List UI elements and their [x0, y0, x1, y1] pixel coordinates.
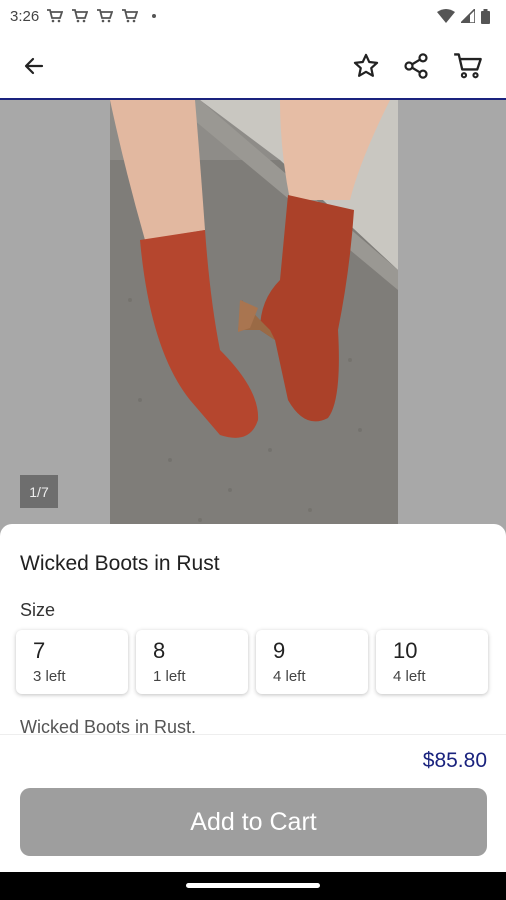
system-navigation-bar	[0, 872, 506, 900]
cart-icon	[454, 53, 482, 79]
favorite-button[interactable]	[346, 46, 386, 86]
size-value: 8	[153, 638, 166, 663]
product-details-sheet[interactable]: Wicked Boots in Rust Size 7 3 left 8 1 l…	[0, 524, 506, 736]
back-arrow-icon	[24, 57, 44, 75]
stock-count: 4 left	[273, 668, 306, 685]
notification-icons	[47, 9, 139, 23]
status-bar: 3:26	[0, 0, 506, 32]
size-label: Size	[20, 600, 56, 620]
home-gesture-handle[interactable]	[186, 883, 320, 888]
system-icons	[437, 8, 490, 24]
cart-button[interactable]	[448, 46, 488, 86]
stock-count: 1 left	[153, 668, 186, 685]
size-value: 7	[33, 638, 46, 663]
star-icon	[353, 53, 379, 77]
battery-icon	[481, 8, 490, 24]
stock-count: 4 left	[393, 668, 426, 685]
image-counter: 1/7	[20, 475, 58, 508]
product-photo[interactable]	[110, 100, 398, 540]
app-bar	[0, 32, 506, 100]
cart-icon	[47, 9, 64, 23]
product-image-gallery[interactable]: 1/7	[0, 100, 506, 540]
size-value: 10	[393, 638, 418, 663]
more-notifications-dot-icon	[152, 14, 157, 18]
checkout-bar: $85.80 Add to Cart	[0, 734, 506, 872]
stock-count: 3 left	[33, 668, 66, 685]
cart-icon	[97, 9, 114, 23]
size-selector[interactable]: 7 3 left 8 1 left 9 4 left 10 4 left	[16, 630, 488, 694]
size-option[interactable]: 9 4 left	[256, 630, 368, 694]
share-button[interactable]	[396, 46, 436, 86]
signal-icon	[461, 9, 475, 23]
status-time: 3:26	[10, 7, 40, 25]
boots-photo-illustration	[110, 100, 398, 540]
cart-icon	[72, 9, 89, 23]
back-button[interactable]	[14, 46, 54, 86]
wifi-icon	[437, 9, 455, 23]
size-option[interactable]: 7 3 left	[16, 630, 128, 694]
cart-icon	[122, 9, 139, 23]
share-icon	[404, 53, 428, 79]
size-option[interactable]: 8 1 left	[136, 630, 248, 694]
size-option[interactable]: 10 4 left	[376, 630, 488, 694]
add-to-cart-button[interactable]: Add to Cart	[20, 788, 487, 856]
size-value: 9	[273, 638, 286, 663]
product-title: Wicked Boots in Rust	[20, 552, 220, 575]
product-price: $85.80	[422, 749, 487, 772]
